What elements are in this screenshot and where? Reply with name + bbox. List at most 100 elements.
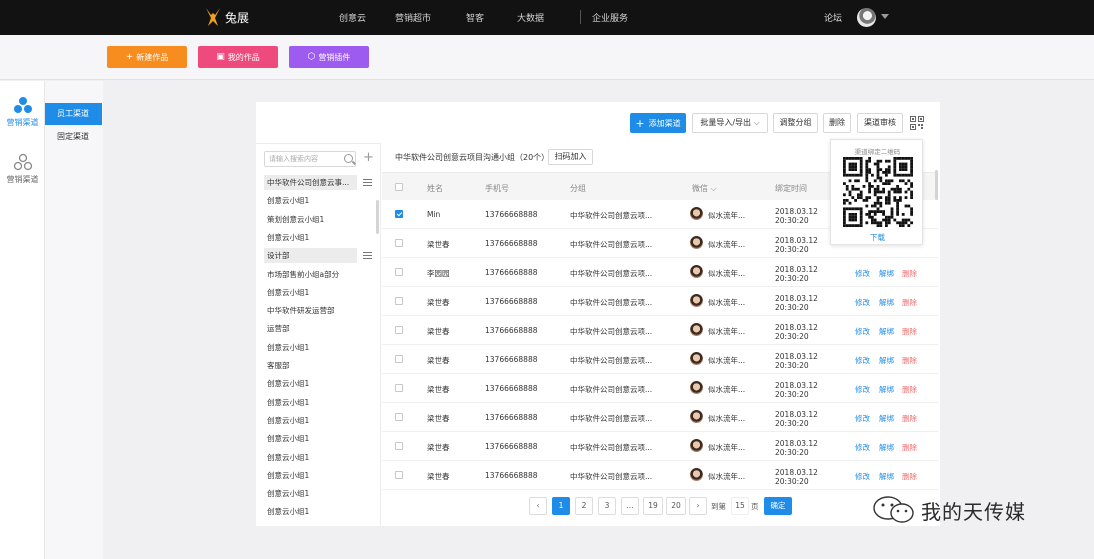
group-list-item[interactable]: 中华软件研发运营部 bbox=[264, 303, 357, 318]
delete-link[interactable]: 删除 bbox=[902, 442, 917, 453]
column-header-wechat[interactable]: 微信 ⌵ bbox=[692, 183, 717, 194]
subnav-item-staff-channel[interactable]: 员工渠道 bbox=[45, 103, 102, 125]
regroup-button[interactable]: 调整分组 bbox=[773, 113, 818, 133]
unbind-link[interactable]: 解绑 bbox=[879, 268, 894, 279]
nav-item-zhike[interactable]: 智客 bbox=[466, 11, 484, 24]
table-row[interactable]: 梁世春 13766668888 中华软件公司创意云项... 似水流年... 2018.0… bbox=[382, 345, 938, 374]
add-group-icon[interactable]: + bbox=[363, 150, 374, 165]
sidebar-item-channel[interactable]: 营销渠道 bbox=[0, 96, 45, 128]
nav-item-marketing-market[interactable]: 营销超市 bbox=[395, 11, 431, 24]
group-list-item[interactable]: 设计部 bbox=[264, 248, 357, 264]
table-row[interactable]: 梁世春 13766668888 中华软件公司创意云项... 似水流年... 2018.0… bbox=[382, 316, 938, 345]
import-export-dropdown[interactable]: 批量导入/导出 ⌵ bbox=[692, 113, 768, 133]
next-page-button[interactable]: › bbox=[689, 497, 707, 515]
nav-item-creative-cloud[interactable]: 创意云 bbox=[339, 11, 366, 24]
delete-link[interactable]: 删除 bbox=[902, 471, 917, 482]
prev-page-button[interactable]: ‹ bbox=[529, 497, 547, 515]
edit-link[interactable]: 修改 bbox=[855, 384, 870, 395]
group-list-item[interactable]: 创意云小组1 bbox=[264, 230, 357, 245]
unbind-link[interactable]: 解绑 bbox=[879, 355, 894, 366]
row-checkbox[interactable] bbox=[395, 297, 403, 305]
row-checkbox[interactable] bbox=[395, 413, 403, 421]
group-list-item[interactable]: 客服部 bbox=[264, 358, 357, 373]
add-channel-button[interactable]: + 添加渠道 bbox=[630, 113, 686, 133]
group-list-item[interactable]: 策划创意云小组1 bbox=[264, 212, 357, 227]
unbind-link[interactable]: 解绑 bbox=[879, 297, 894, 308]
nav-item-enterprise[interactable]: 企业服务 bbox=[592, 11, 628, 24]
group-list-item[interactable]: 中华软件公司创意云事... bbox=[264, 175, 357, 190]
group-list-item[interactable]: 创意云小组1 bbox=[264, 376, 357, 391]
unbind-link[interactable]: 解绑 bbox=[879, 471, 894, 482]
delete-button[interactable]: 删除 bbox=[823, 113, 851, 133]
forum-link[interactable]: 论坛 bbox=[824, 11, 842, 24]
goto-page-input[interactable]: 15 bbox=[731, 497, 749, 515]
delete-link[interactable]: 删除 bbox=[902, 413, 917, 424]
sidebar-item-channel-secondary[interactable]: 营销渠道 bbox=[0, 153, 45, 185]
row-checkbox[interactable] bbox=[395, 239, 403, 247]
page-button[interactable]: 3 bbox=[598, 497, 616, 515]
row-checkbox[interactable] bbox=[395, 326, 403, 334]
edit-link[interactable]: 修改 bbox=[855, 297, 870, 308]
select-all-checkbox[interactable] bbox=[395, 183, 403, 191]
delete-link[interactable]: 删除 bbox=[902, 355, 917, 366]
nav-item-big-data[interactable]: 大数据 bbox=[517, 11, 544, 24]
table-row[interactable]: 李园园 13766668888 中华软件公司创意云项... 似水流年... 2018.0… bbox=[382, 258, 938, 287]
my-works-button[interactable]: ▣ 我的作品 bbox=[198, 46, 278, 68]
new-work-button[interactable]: + 新建作品 bbox=[107, 46, 187, 68]
table-row[interactable]: 梁世春 13766668888 中华软件公司创意云项... 似水流年... 2018.0… bbox=[382, 287, 938, 316]
edit-link[interactable]: 修改 bbox=[855, 442, 870, 453]
chevron-down-icon[interactable] bbox=[881, 14, 889, 19]
group-list-item[interactable]: 创意云小组1 bbox=[264, 413, 357, 428]
scan-join-button[interactable]: 扫码加入 bbox=[548, 149, 593, 165]
group-list-item[interactable]: 创意云小组1 bbox=[264, 193, 357, 208]
search-icon[interactable] bbox=[344, 154, 353, 163]
brand-logo[interactable]: 兔展 bbox=[204, 7, 249, 27]
page-button[interactable]: 1 bbox=[552, 497, 570, 515]
row-checkbox[interactable] bbox=[395, 355, 403, 363]
edit-link[interactable]: 修改 bbox=[855, 326, 870, 337]
group-list-item[interactable]: 创意云小组1 bbox=[264, 468, 357, 483]
edit-link[interactable]: 修改 bbox=[855, 355, 870, 366]
row-checkbox[interactable] bbox=[395, 268, 403, 276]
page-button[interactable]: 2 bbox=[575, 497, 593, 515]
delete-link[interactable]: 删除 bbox=[902, 297, 917, 308]
row-checkbox[interactable] bbox=[395, 471, 403, 479]
edit-link[interactable]: 修改 bbox=[855, 413, 870, 424]
user-avatar[interactable] bbox=[857, 8, 876, 27]
group-list-item[interactable]: 市场部售前小组a部分 bbox=[264, 267, 357, 282]
unbind-link[interactable]: 解绑 bbox=[879, 413, 894, 424]
edit-link[interactable]: 修改 bbox=[855, 471, 870, 482]
unbind-link[interactable]: 解绑 bbox=[879, 442, 894, 453]
table-row[interactable]: 梁世春 13766668888 中华软件公司创意云项... 似水流年... 2018.0… bbox=[382, 461, 938, 490]
group-list-item[interactable]: 运营部 bbox=[264, 321, 357, 336]
goto-confirm-button[interactable]: 确定 bbox=[764, 497, 792, 515]
group-menu-icon[interactable] bbox=[363, 252, 372, 260]
unbind-link[interactable]: 解绑 bbox=[879, 326, 894, 337]
group-list-item[interactable]: 创意云小组1 bbox=[264, 340, 357, 355]
delete-link[interactable]: 删除 bbox=[902, 268, 917, 279]
qr-download-link[interactable]: 下载 bbox=[831, 232, 924, 243]
row-checkbox[interactable] bbox=[395, 384, 403, 392]
table-row[interactable]: 梁世春 13766668888 中华软件公司创意云项... 似水流年... 2018.0… bbox=[382, 403, 938, 432]
group-search-input[interactable] bbox=[264, 151, 356, 167]
subnav-item-fixed-channel[interactable]: 固定渠道 bbox=[45, 126, 102, 148]
group-list-item[interactable]: 创意云小组1 bbox=[264, 285, 357, 300]
table-row[interactable]: 梁世春 13766668888 中华软件公司创意云项... 似水流年... 2018.0… bbox=[382, 374, 938, 403]
unbind-link[interactable]: 解绑 bbox=[879, 384, 894, 395]
edit-link[interactable]: 修改 bbox=[855, 268, 870, 279]
page-button[interactable]: 20 bbox=[666, 497, 686, 515]
qr-code-icon[interactable] bbox=[910, 116, 924, 130]
group-list-item[interactable]: 创意云小组1 bbox=[264, 504, 357, 519]
group-menu-icon[interactable] bbox=[363, 179, 372, 186]
table-scrollbar[interactable] bbox=[935, 170, 938, 200]
page-ellipsis[interactable]: ... bbox=[621, 497, 639, 515]
delete-link[interactable]: 删除 bbox=[902, 326, 917, 337]
group-list-item[interactable]: 创意云小组1 bbox=[264, 450, 357, 465]
marketing-plugin-button[interactable]: ⬡ 营销插件 bbox=[289, 46, 369, 68]
row-checkbox[interactable] bbox=[395, 442, 403, 450]
group-list-item[interactable]: 创意云小组1 bbox=[264, 395, 357, 410]
group-list-scrollbar[interactable] bbox=[376, 200, 379, 234]
channel-review-button[interactable]: 渠道审核 bbox=[857, 113, 903, 133]
group-list-item[interactable]: 创意云小组1 bbox=[264, 431, 357, 446]
row-checkbox[interactable] bbox=[395, 210, 403, 218]
